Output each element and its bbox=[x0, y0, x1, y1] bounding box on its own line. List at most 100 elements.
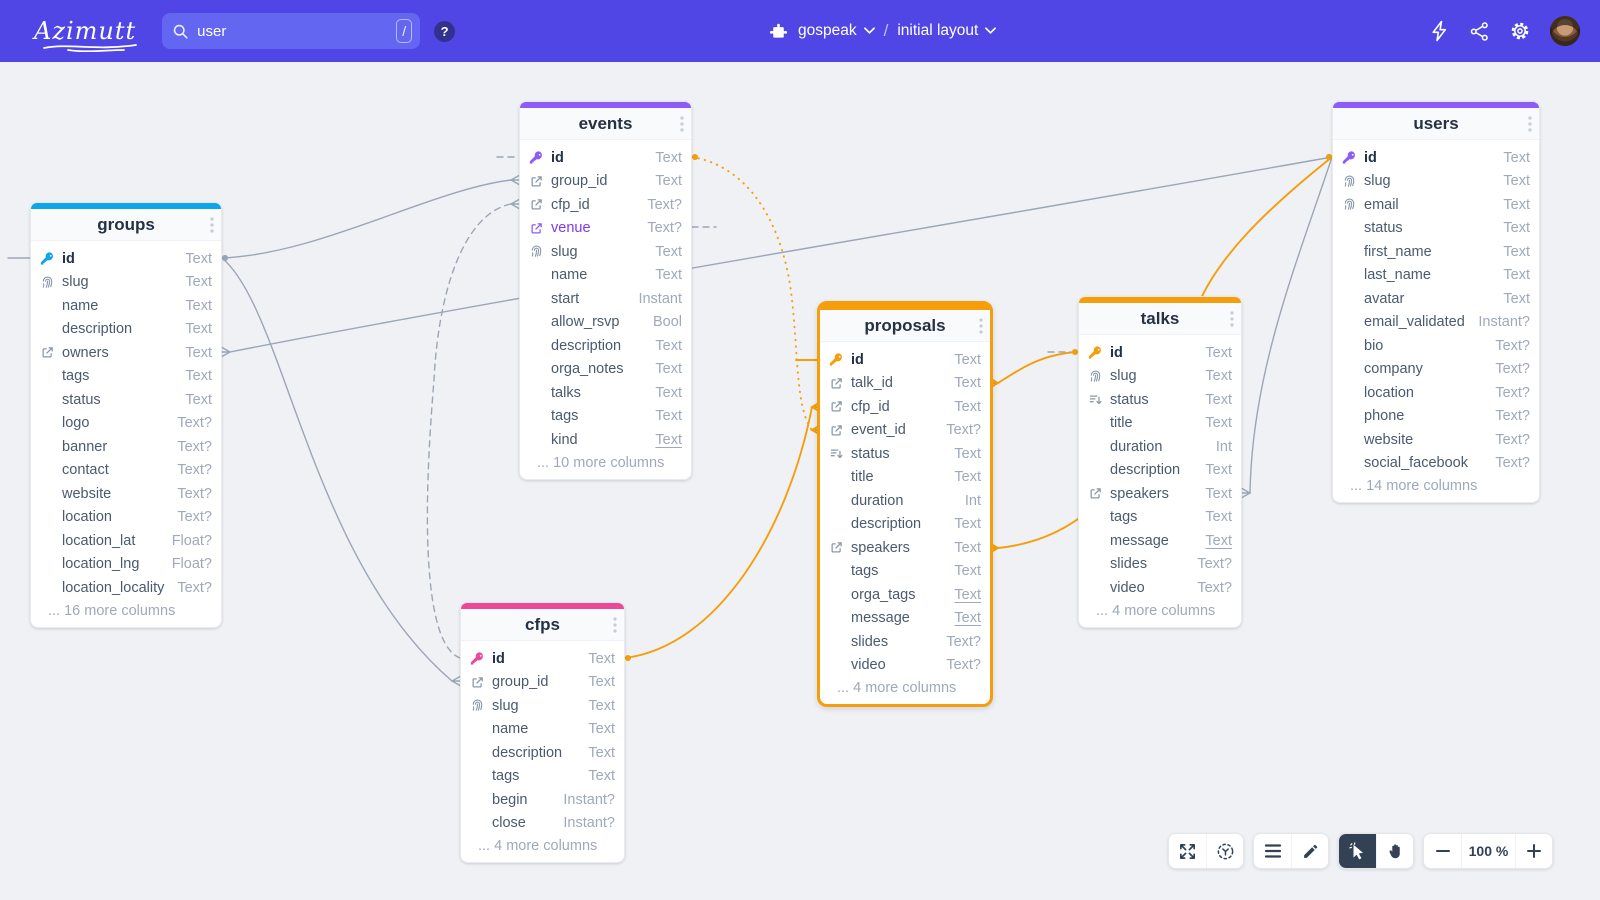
column-row-allow_rsvp[interactable]: allow_rsvpBool bbox=[520, 311, 691, 335]
column-row-status[interactable]: statusText bbox=[1079, 388, 1241, 412]
column-row-message[interactable]: messageText bbox=[820, 607, 990, 631]
zoom-out-button[interactable] bbox=[1424, 834, 1461, 868]
column-row-video[interactable]: videoText? bbox=[820, 654, 990, 678]
column-row-slug[interactable]: slugText bbox=[1333, 170, 1539, 194]
column-row-kind[interactable]: kindText bbox=[520, 428, 691, 452]
app-logo[interactable]: Azimutt bbox=[34, 17, 136, 45]
zoom-level[interactable]: 100 % bbox=[1461, 834, 1515, 868]
column-row-message[interactable]: messageText bbox=[1079, 529, 1241, 553]
column-row-close[interactable]: closeInstant? bbox=[461, 812, 624, 836]
table-card-users[interactable]: usersidTextslugTextemailTextstatusTextfi… bbox=[1332, 101, 1540, 503]
table-header[interactable]: proposals bbox=[820, 310, 990, 342]
auto-arrange-button[interactable] bbox=[1206, 834, 1243, 868]
column-row-avatar[interactable]: avatarText bbox=[1333, 287, 1539, 311]
column-row-slides[interactable]: slidesText? bbox=[1079, 553, 1241, 577]
column-row-banner[interactable]: bannerText? bbox=[31, 435, 221, 459]
column-row-description[interactable]: descriptionText bbox=[1079, 459, 1241, 483]
column-row-id[interactable]: idText bbox=[820, 348, 990, 372]
column-row-phone[interactable]: phoneText? bbox=[1333, 405, 1539, 429]
column-row-id[interactable]: idText bbox=[461, 647, 624, 671]
column-row-email_validated[interactable]: email_validatedInstant? bbox=[1333, 311, 1539, 335]
more-columns[interactable]: ... 4 more columns bbox=[461, 835, 624, 857]
column-row-tags[interactable]: tagsText bbox=[520, 405, 691, 429]
column-row-duration[interactable]: durationInt bbox=[1079, 435, 1241, 459]
column-row-slug[interactable]: slugText bbox=[520, 240, 691, 264]
edit-pencil-button[interactable] bbox=[1291, 834, 1328, 868]
help-button[interactable]: ? bbox=[434, 21, 455, 42]
column-row-id[interactable]: idText bbox=[31, 247, 221, 271]
column-row-group_id[interactable]: group_idText bbox=[461, 671, 624, 695]
column-row-tags[interactable]: tagsText bbox=[31, 365, 221, 389]
column-row-description[interactable]: descriptionText bbox=[461, 741, 624, 765]
column-row-description[interactable]: descriptionText bbox=[820, 513, 990, 537]
table-card-proposals[interactable]: proposals idTexttalk_idTextcfp_idTexteven… bbox=[817, 301, 993, 707]
table-header[interactable]: groups bbox=[31, 209, 221, 241]
column-row-first_name[interactable]: first_nameText bbox=[1333, 240, 1539, 264]
table-card-cfps[interactable]: cfpsidTextgroup_idTextslugTextnameTextde… bbox=[460, 602, 625, 863]
column-row-name[interactable]: nameText bbox=[31, 294, 221, 318]
layout-selector[interactable]: initial layout bbox=[897, 22, 996, 40]
project-selector[interactable]: gospeak bbox=[798, 22, 875, 40]
column-row-location[interactable]: locationText? bbox=[31, 506, 221, 530]
fit-screen-button[interactable] bbox=[1169, 834, 1206, 868]
column-row-talk_id[interactable]: talk_idText bbox=[820, 372, 990, 396]
more-columns[interactable]: ... 14 more columns bbox=[1333, 475, 1539, 497]
table-card-events[interactable]: eventsidTextgroup_idTextcfp_idText?venue… bbox=[519, 101, 692, 480]
column-row-group_id[interactable]: group_idText bbox=[520, 170, 691, 194]
column-row-slides[interactable]: slidesText? bbox=[820, 630, 990, 654]
table-card-talks[interactable]: talksidTextslugTextstatusTexttitleTextdu… bbox=[1078, 296, 1242, 628]
column-row-title[interactable]: titleText bbox=[820, 466, 990, 490]
column-row-event_id[interactable]: event_idText? bbox=[820, 419, 990, 443]
column-row-last_name[interactable]: last_nameText bbox=[1333, 264, 1539, 288]
more-columns[interactable]: ... 4 more columns bbox=[820, 677, 990, 699]
column-row-orga_notes[interactable]: orga_notesText bbox=[520, 358, 691, 382]
column-row-location[interactable]: locationText? bbox=[1333, 381, 1539, 405]
table-header[interactable]: events bbox=[520, 108, 691, 140]
column-row-status[interactable]: statusText bbox=[31, 388, 221, 412]
column-row-location_locality[interactable]: location_localityText? bbox=[31, 576, 221, 600]
table-card-groups[interactable]: groupsidTextslugTextnameTextdescriptionT… bbox=[30, 202, 222, 628]
column-row-email[interactable]: emailText bbox=[1333, 193, 1539, 217]
bolt-icon[interactable] bbox=[1430, 20, 1450, 42]
column-row-title[interactable]: titleText bbox=[1079, 412, 1241, 436]
more-columns[interactable]: ... 16 more columns bbox=[31, 600, 221, 622]
more-columns[interactable]: ... 4 more columns bbox=[1079, 600, 1241, 622]
column-row-social_facebook[interactable]: social_facebookText? bbox=[1333, 452, 1539, 476]
table-header[interactable]: users bbox=[1333, 108, 1539, 140]
extension-puzzle-icon[interactable] bbox=[768, 21, 789, 41]
more-columns[interactable]: ... 10 more columns bbox=[520, 452, 691, 474]
table-header[interactable]: talks bbox=[1079, 303, 1241, 335]
table-menu-button[interactable] bbox=[1528, 116, 1532, 132]
column-row-cfp_id[interactable]: cfp_idText bbox=[820, 395, 990, 419]
column-row-slug[interactable]: slugText bbox=[1079, 365, 1241, 389]
column-row-owners[interactable]: ownersText bbox=[31, 341, 221, 365]
table-list-button[interactable] bbox=[1254, 834, 1291, 868]
table-menu-button[interactable] bbox=[1230, 311, 1234, 327]
column-row-name[interactable]: nameText bbox=[461, 718, 624, 742]
pan-hand-button[interactable] bbox=[1376, 834, 1413, 868]
column-row-logo[interactable]: logoText? bbox=[31, 412, 221, 436]
column-row-status[interactable]: statusText bbox=[820, 442, 990, 466]
column-row-video[interactable]: videoText? bbox=[1079, 576, 1241, 600]
share-icon[interactable] bbox=[1469, 21, 1490, 42]
select-cursor-button[interactable] bbox=[1339, 834, 1376, 868]
column-row-bio[interactable]: bioText? bbox=[1333, 334, 1539, 358]
column-row-description[interactable]: descriptionText bbox=[31, 318, 221, 342]
column-row-speakers[interactable]: speakersText bbox=[1079, 482, 1241, 506]
column-row-talks[interactable]: talksText bbox=[520, 381, 691, 405]
user-avatar[interactable] bbox=[1550, 16, 1580, 46]
column-row-status[interactable]: statusText bbox=[1333, 217, 1539, 241]
column-row-name[interactable]: nameText bbox=[520, 264, 691, 288]
column-row-website[interactable]: websiteText? bbox=[1333, 428, 1539, 452]
column-row-description[interactable]: descriptionText bbox=[520, 334, 691, 358]
zoom-in-button[interactable] bbox=[1515, 834, 1552, 868]
column-row-tags[interactable]: tagsText bbox=[1079, 506, 1241, 530]
column-row-begin[interactable]: beginInstant? bbox=[461, 788, 624, 812]
table-header[interactable]: cfps bbox=[461, 609, 624, 641]
search-box[interactable]: / bbox=[162, 13, 420, 49]
table-menu-button[interactable] bbox=[680, 116, 684, 132]
column-row-duration[interactable]: durationInt bbox=[820, 489, 990, 513]
table-menu-button[interactable] bbox=[979, 318, 983, 334]
column-row-contact[interactable]: contactText? bbox=[31, 459, 221, 483]
column-row-venue[interactable]: venueText? bbox=[520, 217, 691, 241]
